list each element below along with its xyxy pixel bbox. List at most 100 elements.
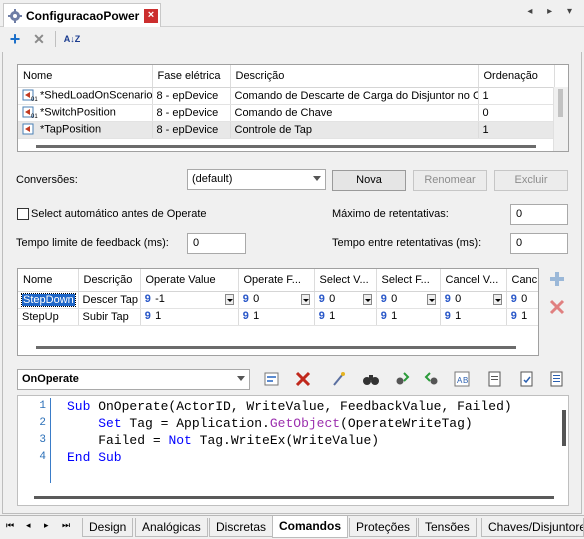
last-tab-icon[interactable]: ⏭: [62, 520, 70, 531]
col-header-select-value[interactable]: Select V...: [314, 269, 377, 292]
retry-interval-field[interactable]: 0: [510, 233, 568, 254]
row-nome[interactable]: StepDown: [21, 292, 76, 307]
insert-tag-icon[interactable]: [262, 369, 282, 389]
col-header-operate-value[interactable]: Operate Value: [140, 269, 239, 292]
cell-select-value[interactable]: 1: [329, 310, 335, 322]
cell-cancel-value[interactable]: 0: [455, 293, 461, 305]
value-type-icon: 9: [242, 294, 250, 306]
cell-select-feedback[interactable]: 1: [391, 310, 397, 322]
cell-cancel-feedback[interactable]: 0: [521, 293, 527, 305]
cell-select-value[interactable]: 0: [329, 293, 335, 305]
x-icon[interactable]: ✕: [30, 30, 48, 48]
plus-icon[interactable]: [549, 271, 565, 287]
table-row[interactable]: 01 *ShedLoadOnScenario 8 - epDevice Coman…: [18, 87, 555, 105]
cell-operate-feedback[interactable]: 1: [253, 310, 259, 322]
prev-tab-icon[interactable]: ◂: [26, 520, 31, 531]
table-row[interactable]: StepDown Descer Tap 9 -1 90 90 90 90 90: [18, 291, 538, 309]
editor-toolbar: AB: [262, 369, 572, 391]
bottom-tab-bar: ⏮ ◂ ▸ ⏭ Design Analógicas Discretas Coma…: [0, 515, 584, 539]
value-type-icon: 9: [444, 294, 452, 306]
auto-select-checkbox[interactable]: [17, 208, 29, 220]
feedback-timeout-field[interactable]: 0: [187, 233, 246, 254]
tab-design[interactable]: Design: [82, 518, 134, 537]
excluir-button[interactable]: Excluir: [494, 170, 568, 191]
code-line[interactable]: Set Tag = Application.GetObject(OperateW…: [67, 415, 557, 432]
page-list-icon[interactable]: [546, 369, 566, 389]
col-header-descricao[interactable]: Descrição: [78, 269, 141, 292]
col-header-nome[interactable]: Nome: [18, 269, 79, 292]
table-row[interactable]: StepUp Subir Tap 91 91 91 91 91 91: [18, 308, 538, 326]
properties-vscrollbar[interactable]: [553, 87, 568, 151]
conversion-header-row: Nome Descrição Operate Value Operate F..…: [18, 269, 538, 292]
tab-protecoes[interactable]: Proteções: [349, 518, 418, 537]
cell-operate-value[interactable]: -1: [155, 293, 165, 305]
col-header-cancel-feedback[interactable]: Canc: [506, 269, 538, 292]
document-tab[interactable]: ConfiguracaoPower ×: [3, 3, 161, 27]
cell-dropdown-button[interactable]: [224, 294, 234, 305]
tab-comandos[interactable]: Comandos: [272, 516, 349, 538]
sort-az-icon[interactable]: A↓Z: [61, 30, 83, 48]
cell-select-feedback[interactable]: 0: [391, 293, 397, 305]
wand-icon[interactable]: [329, 369, 349, 389]
cell-cancel-feedback[interactable]: 1: [521, 310, 527, 322]
tab-discretas[interactable]: Discretas: [209, 518, 274, 537]
max-retries-field[interactable]: 0: [510, 204, 568, 225]
find-next-icon[interactable]: [422, 369, 442, 389]
tab-scroll-arrows[interactable]: ◂ ▸ ▾: [527, 6, 578, 17]
code-line[interactable]: Sub OnOperate(ActorID, WriteValue, Feedb…: [67, 398, 557, 415]
scroll-thumb[interactable]: [558, 89, 563, 117]
row-nome[interactable]: StepUp: [18, 308, 79, 326]
table-row[interactable]: 01 *SwitchPosition 8 - epDevice Comando d…: [18, 104, 555, 122]
tab-analogicas[interactable]: Analógicas: [135, 518, 208, 537]
cell-operate-feedback[interactable]: 0: [253, 293, 259, 305]
table-row[interactable]: *TapPosition 8 - epDevice Controle de Ta…: [18, 121, 555, 139]
editor-vscrollbar[interactable]: [562, 410, 566, 446]
close-icon[interactable]: ×: [144, 9, 158, 23]
tab-tensoes[interactable]: Tensões: [418, 518, 477, 537]
col-header-ordenacao[interactable]: Ordenação: [478, 65, 555, 88]
first-tab-icon[interactable]: ⏮: [6, 520, 14, 531]
col-header-nome[interactable]: Nome: [18, 65, 153, 88]
code-body[interactable]: Sub OnOperate(ActorID, WriteValue, Feedb…: [67, 398, 557, 466]
value-type-icon: 9: [144, 311, 152, 323]
x-icon[interactable]: [549, 299, 565, 315]
col-header-select-feedback[interactable]: Select F...: [376, 269, 441, 292]
row-descricao[interactable]: Descer Tap: [78, 291, 141, 309]
replace-icon[interactable]: AB: [452, 369, 472, 389]
cell-dropdown-button[interactable]: [492, 294, 502, 305]
binoculars-icon[interactable]: [361, 369, 381, 389]
code-line[interactable]: End Sub: [67, 449, 557, 466]
conversoes-combo[interactable]: (default): [187, 169, 326, 190]
col-header-operate-feedback[interactable]: Operate F...: [238, 269, 315, 292]
document-title: ConfiguracaoPower: [26, 9, 140, 23]
renomear-button[interactable]: Renomear: [413, 170, 487, 191]
cell-cancel-value[interactable]: 1: [455, 310, 461, 322]
page-check-icon[interactable]: [516, 369, 536, 389]
properties-grid: Nome Fase elétrica Descrição Ordenação 0…: [17, 64, 569, 152]
row-descricao[interactable]: Subir Tap: [78, 308, 141, 326]
conversion-hscrollbar[interactable]: [36, 346, 516, 349]
plus-icon[interactable]: +: [6, 30, 24, 48]
code-line[interactable]: Failed = Not Tag.WriteEx(WriteValue): [67, 432, 557, 449]
col-header-cancel-value[interactable]: Cancel V...: [440, 269, 507, 292]
editor-hscrollbar[interactable]: [34, 496, 554, 499]
retry-interval-label: Tempo entre retentativas (ms):: [332, 237, 482, 249]
cell-dropdown-button[interactable]: [362, 294, 372, 305]
tab-chaves-disjuntores[interactable]: Chaves/Disjuntore: [481, 518, 584, 537]
delete-red-x-icon[interactable]: [293, 369, 313, 389]
cell-operate-value[interactable]: 1: [155, 310, 161, 322]
properties-hscrollbar[interactable]: [36, 145, 536, 148]
find-prev-icon[interactable]: [392, 369, 412, 389]
cell-dropdown-button[interactable]: [300, 294, 310, 305]
col-header-descricao[interactable]: Descrição: [230, 65, 479, 88]
next-tab-icon[interactable]: ▸: [44, 520, 49, 531]
document-tab-strip: ConfiguracaoPower × ◂ ▸ ▾: [0, 0, 584, 27]
event-combo[interactable]: OnOperate: [17, 369, 250, 390]
cell-dropdown-button[interactable]: [426, 294, 436, 305]
col-header-fase[interactable]: Fase elétrica: [152, 65, 231, 88]
row-descricao: Controle de Tap: [230, 121, 479, 139]
nova-button[interactable]: Nova: [332, 170, 406, 191]
page-icon[interactable]: [484, 369, 504, 389]
code-editor[interactable]: 1 2 3 4 Sub OnOperate(ActorID, WriteValu…: [17, 395, 569, 506]
row-fase: 8 - epDevice: [152, 121, 231, 139]
